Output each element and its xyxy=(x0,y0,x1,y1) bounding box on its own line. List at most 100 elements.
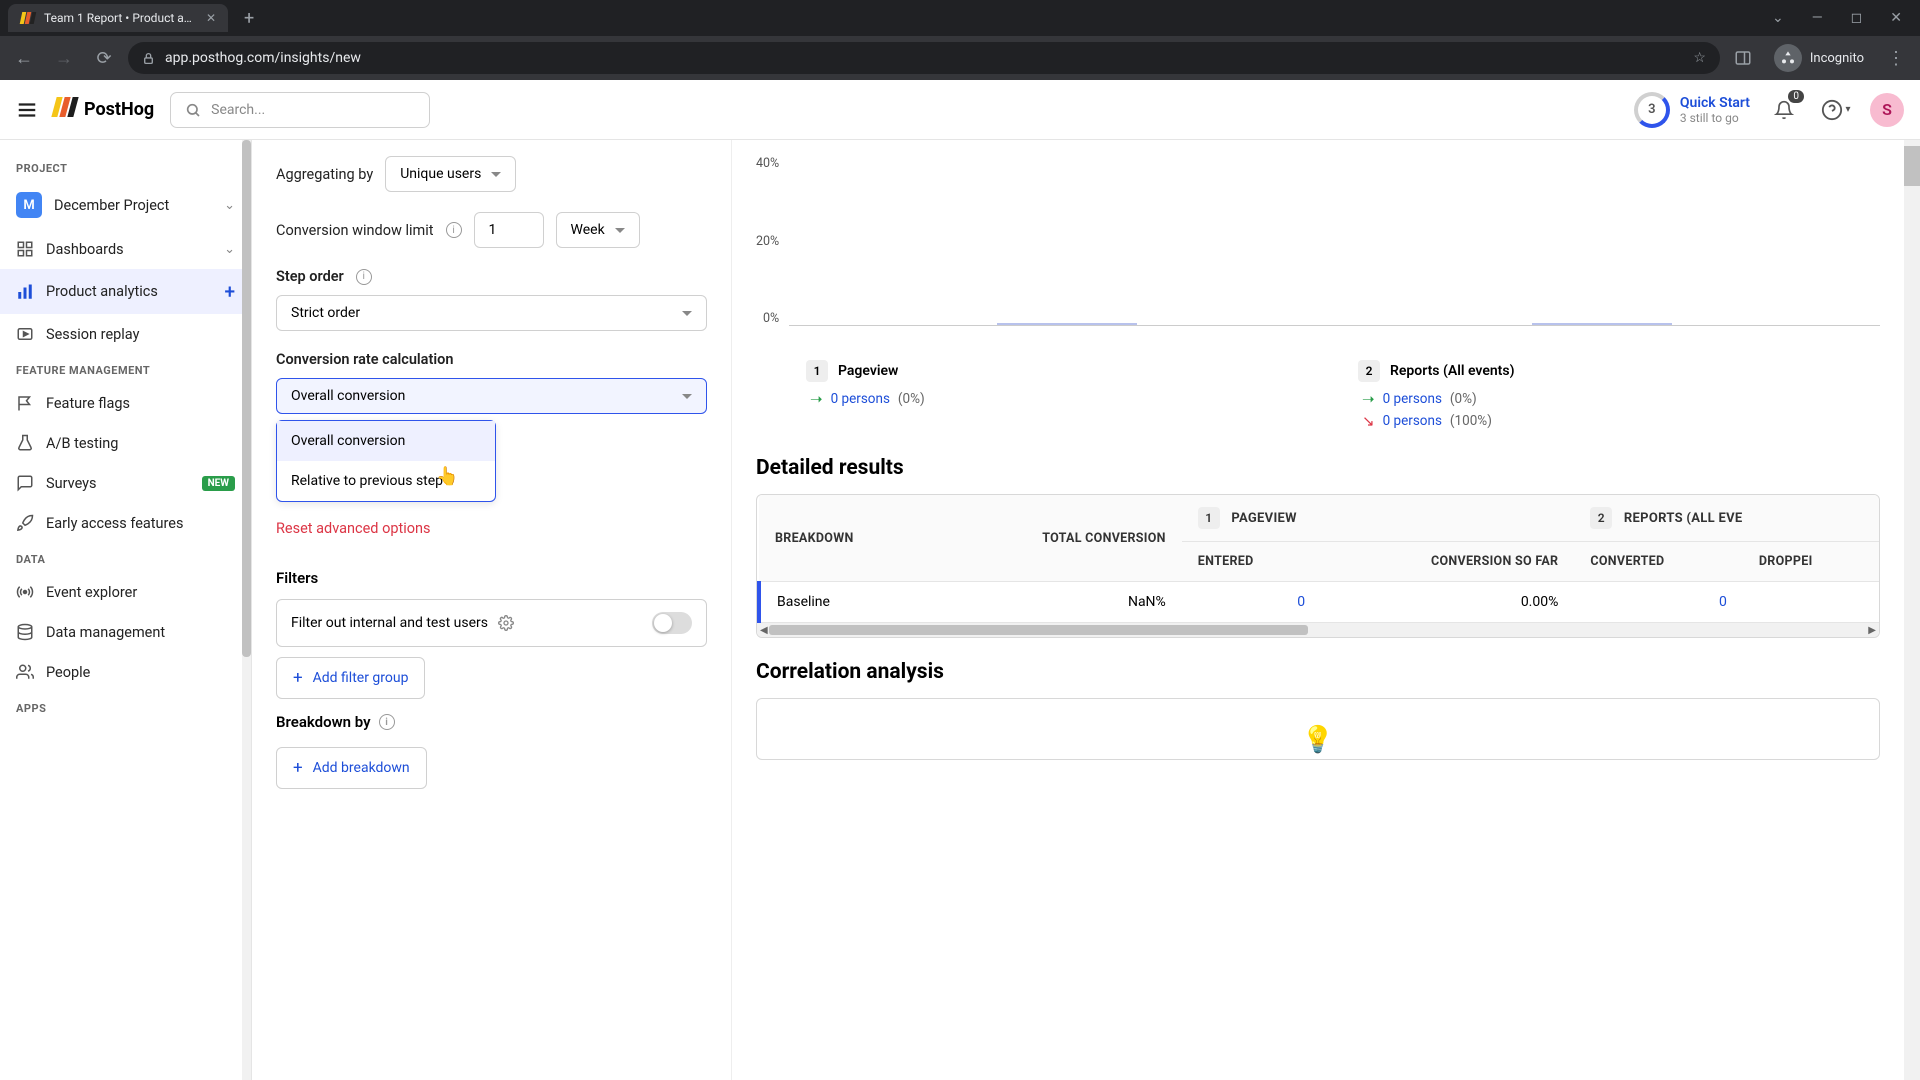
plus-icon[interactable]: + xyxy=(224,280,235,303)
menu-icon[interactable]: ⋮ xyxy=(1880,42,1912,74)
minimize-icon[interactable]: — xyxy=(1802,6,1833,30)
aggregating-select[interactable]: Unique users xyxy=(385,156,516,192)
sidebar-item-dashboards[interactable]: Dashboards ⌄ xyxy=(0,229,251,269)
sidebar-section-project: PROJECT xyxy=(0,152,251,181)
sidebar-item-feature-flags[interactable]: Feature flags xyxy=(0,383,251,423)
lock-icon xyxy=(142,52,155,65)
sidebar-item-data-mgmt[interactable]: Data management xyxy=(0,612,251,652)
aggregating-label: Aggregating by xyxy=(276,166,373,183)
gear-icon[interactable] xyxy=(498,615,514,631)
sidebar-scrollbar[interactable] xyxy=(242,140,251,1080)
browser-tab[interactable]: Team 1 Report • Product analytic ✕ xyxy=(8,4,228,32)
correlation-panel: 💡 xyxy=(756,698,1880,760)
sidebar-item-early-access[interactable]: Early access features xyxy=(0,503,251,543)
info-icon[interactable]: i xyxy=(379,714,395,730)
tab-favicon-icon xyxy=(20,10,36,26)
chart-bar-2[interactable] xyxy=(1532,323,1672,325)
filter-internal-row: Filter out internal and test users xyxy=(276,599,707,647)
database-icon xyxy=(16,623,34,641)
search-input[interactable]: Search... xyxy=(170,92,430,128)
notifications-button[interactable]: 0 xyxy=(1766,92,1802,128)
caret-down-icon xyxy=(682,311,692,316)
add-filter-group-button[interactable]: + Add filter group xyxy=(276,657,425,699)
info-icon[interactable]: i xyxy=(446,222,462,238)
rocket-icon xyxy=(16,514,34,532)
tab-close-icon[interactable]: ✕ xyxy=(206,11,216,25)
persons-link[interactable]: 0 persons xyxy=(1383,391,1442,407)
help-button[interactable]: ▾ xyxy=(1818,92,1854,128)
window-controls: ⌄ — ◻ ✕ xyxy=(1762,6,1912,30)
url-text: app.posthog.com/insights/new xyxy=(165,50,1683,66)
step-number-badge: 1 xyxy=(806,360,828,382)
sidebar-item-people[interactable]: People xyxy=(0,652,251,692)
chevron-down-icon: ⌄ xyxy=(224,198,235,213)
percent-label: (0%) xyxy=(898,391,925,407)
star-icon[interactable]: ☆ xyxy=(1693,50,1706,66)
project-name: December Project xyxy=(54,197,169,214)
add-breakdown-button[interactable]: + Add breakdown xyxy=(276,747,427,789)
trend-down-icon: ↘ xyxy=(1362,412,1375,430)
tab-title: Team 1 Report • Product analytic xyxy=(44,11,198,25)
main-scrollbar[interactable] xyxy=(1904,140,1920,1080)
maximize-icon[interactable]: ◻ xyxy=(1841,6,1873,30)
new-tab-button[interactable]: + xyxy=(236,4,262,33)
reset-advanced-link[interactable]: Reset advanced options xyxy=(276,520,431,537)
chart-y-axis: 40% 20% 0% xyxy=(756,156,789,326)
flag-icon xyxy=(16,394,34,412)
close-window-icon[interactable]: ✕ xyxy=(1880,6,1912,30)
url-input[interactable]: app.posthog.com/insights/new ☆ xyxy=(128,42,1720,74)
chevron-down-icon: ⌄ xyxy=(224,242,235,257)
sidebar: PROJECT M December Project ⌄ Dashboards … xyxy=(0,140,252,1080)
dashboard-icon xyxy=(16,240,34,258)
caret-down-icon xyxy=(682,394,692,399)
sidebar-item-product-analytics[interactable]: Product analytics + xyxy=(0,269,251,314)
step-name: Reports (All events) xyxy=(1390,363,1514,379)
persons-link[interactable]: 0 persons xyxy=(1383,413,1442,429)
conv-rate-select[interactable]: Overall conversion xyxy=(276,378,707,414)
panel-icon[interactable] xyxy=(1728,49,1758,67)
legend-step-1: 1 Pageview ➝ 0 persons (0%) xyxy=(806,360,1298,434)
analytics-icon xyxy=(16,283,34,301)
chart-bar-1[interactable] xyxy=(997,323,1137,325)
info-icon[interactable]: i xyxy=(356,269,372,285)
lightbulb-icon: 💡 xyxy=(757,725,1879,755)
chart-bars xyxy=(789,156,1880,326)
col-group-reports: 2 REPORTS (ALL EVE xyxy=(1574,495,1879,542)
sidebar-section-feature-mgmt: FEATURE MANAGEMENT xyxy=(0,354,251,383)
sidebar-item-session-replay[interactable]: Session replay xyxy=(0,314,251,354)
step-order-select[interactable]: Strict order xyxy=(276,295,707,331)
forward-button[interactable]: → xyxy=(48,42,80,74)
persons-link[interactable]: 0 persons xyxy=(831,391,890,407)
sidebar-item-ab-testing[interactable]: A/B testing xyxy=(0,423,251,463)
col-dropped: DROPPEI xyxy=(1743,542,1879,582)
step-name: Pageview xyxy=(838,363,898,379)
dropdown-option-relative[interactable]: Relative to previous step xyxy=(277,461,495,501)
sidebar-item-event-explorer[interactable]: Event explorer xyxy=(0,572,251,612)
logo[interactable]: PostHog xyxy=(54,97,154,122)
config-panel: Aggregating by Unique users Conversion w… xyxy=(252,140,732,1080)
app-header: PostHog Search... 3 Quick Start 3 still … xyxy=(0,80,1920,140)
table-row[interactable]: Baseline NaN% 0 0.00% 0 xyxy=(759,582,1879,623)
reload-button[interactable]: ⟳ xyxy=(88,42,120,74)
caret-down-icon xyxy=(615,228,625,233)
search-placeholder: Search... xyxy=(211,102,265,118)
logo-icon xyxy=(54,97,78,122)
detailed-results-heading: Detailed results xyxy=(756,456,1880,480)
table-horizontal-scrollbar[interactable]: ◀ ▶ xyxy=(757,623,1879,637)
back-button[interactable]: ← xyxy=(8,42,40,74)
results-table: BREAKDOWN TOTAL CONVERSION 1 PAGEVIEW 2 … xyxy=(756,494,1880,638)
quickstart-button[interactable]: 3 Quick Start 3 still to go xyxy=(1634,92,1750,128)
conv-window-unit-select[interactable]: Week xyxy=(556,212,640,248)
menu-toggle-button[interactable] xyxy=(16,99,38,121)
cell-breakdown: Baseline xyxy=(759,582,935,623)
sidebar-project-selector[interactable]: M December Project ⌄ xyxy=(0,181,251,229)
chevron-down-icon[interactable]: ⌄ xyxy=(1762,6,1794,30)
user-avatar[interactable]: S xyxy=(1870,93,1904,127)
dropdown-option-overall[interactable]: Overall conversion xyxy=(277,421,495,461)
legend-step-2: 2 Reports (All events) ➝ 0 persons (0%) … xyxy=(1358,360,1850,434)
incognito-badge[interactable]: Incognito xyxy=(1766,44,1872,72)
conv-window-input[interactable] xyxy=(474,212,544,248)
filter-internal-toggle[interactable] xyxy=(652,612,692,634)
sidebar-item-surveys[interactable]: Surveys NEW xyxy=(0,463,251,503)
browser-chrome: Team 1 Report • Product analytic ✕ + ⌄ —… xyxy=(0,0,1920,80)
